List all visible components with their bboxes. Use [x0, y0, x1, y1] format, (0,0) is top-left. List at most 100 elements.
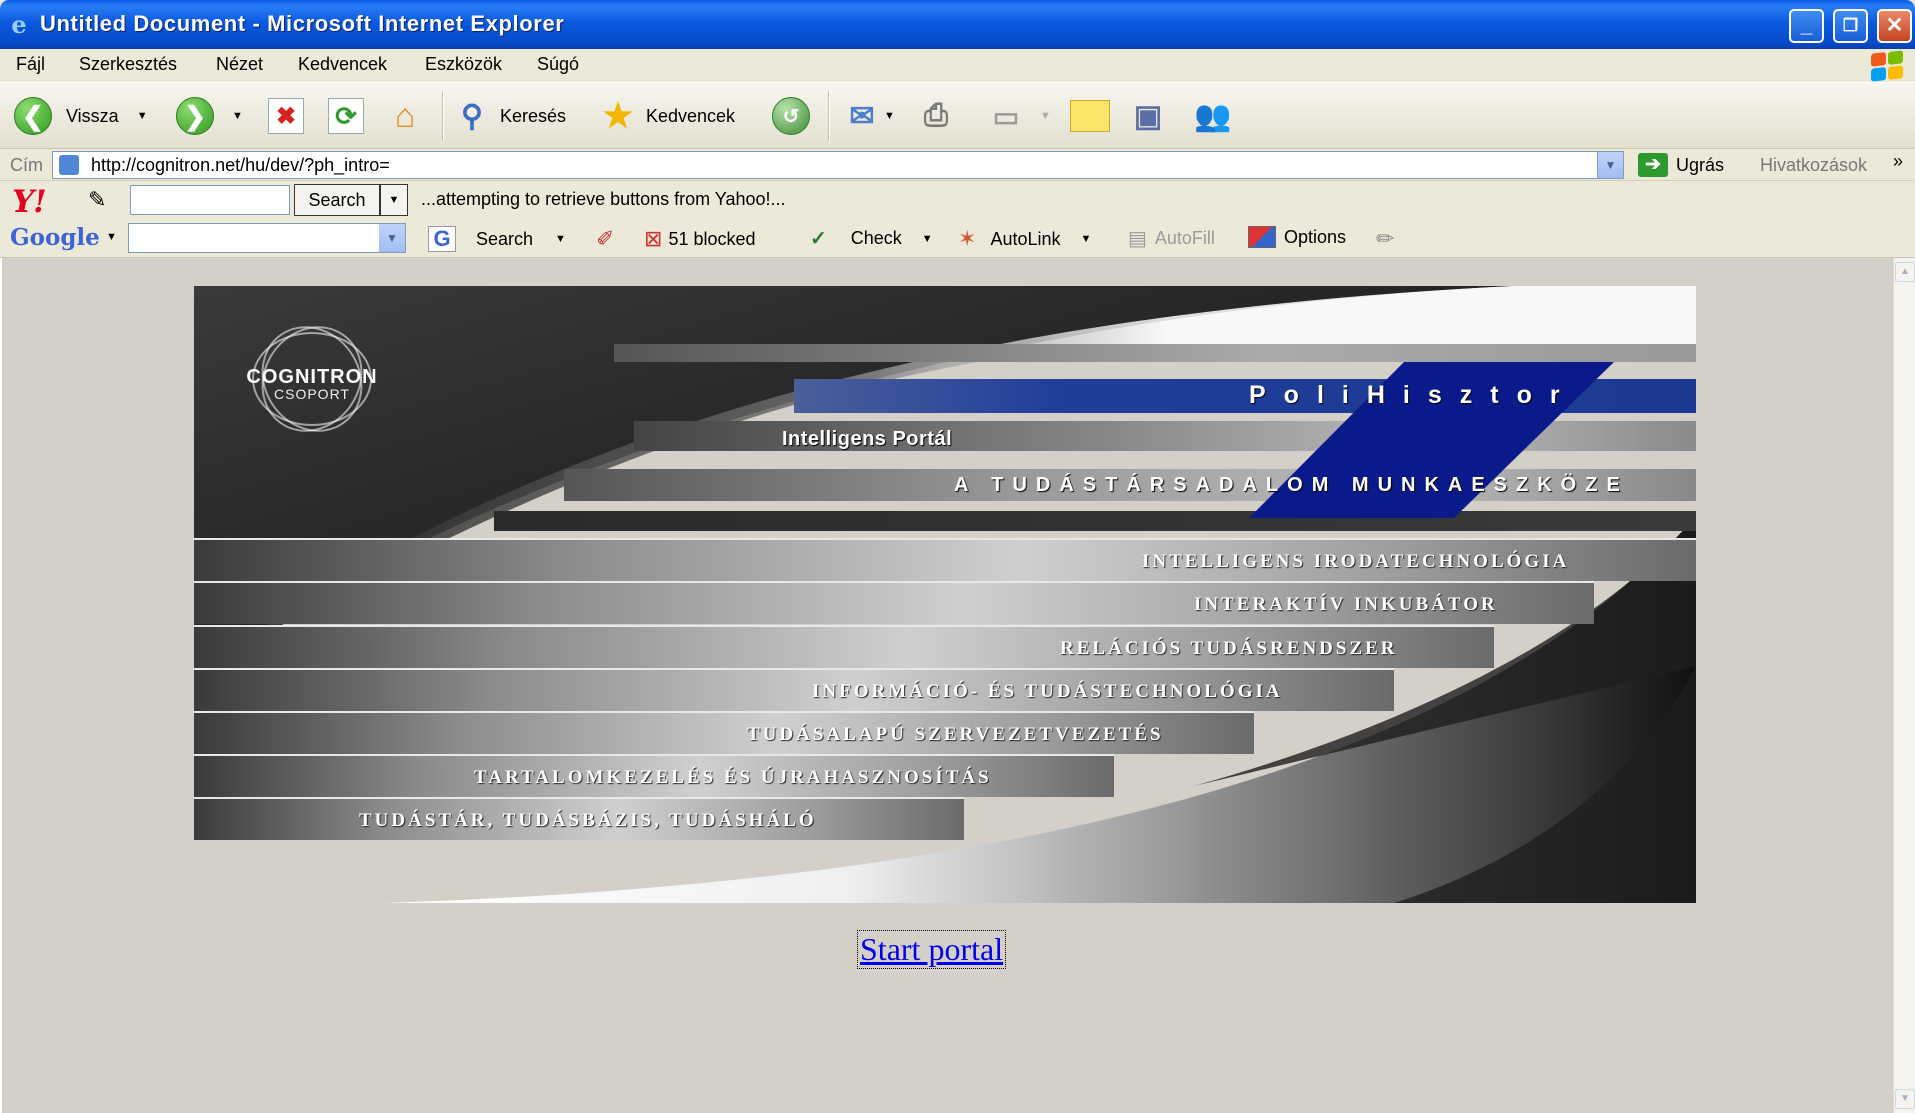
- refresh-button[interactable]: ⟳: [328, 96, 364, 136]
- mail-button[interactable]: ✉ ▼: [842, 96, 895, 136]
- popup-blocker-button[interactable]: ⊠ 51 blocked: [644, 226, 756, 252]
- banner-item-3[interactable]: RELÁCIÓS TUDÁSRENDSZER: [194, 625, 1494, 668]
- google-search-dropdown-icon[interactable]: ▼: [555, 233, 566, 245]
- history-button[interactable]: ↺: [772, 96, 810, 136]
- vertical-scrollbar[interactable]: ▲ ▼: [1893, 258, 1915, 1113]
- scroll-down-icon[interactable]: ▼: [1895, 1089, 1915, 1109]
- favorites-button[interactable]: ★ Kedvencek: [598, 96, 735, 136]
- mail-icon: ✉: [849, 99, 875, 133]
- forward-dropdown-icon[interactable]: ▼: [232, 110, 243, 122]
- print-button[interactable]: ⎙: [916, 96, 956, 136]
- spellcheck-icon: ✓: [810, 228, 827, 250]
- motto: A TUDÁSTÁRSADALOM MUNKAESZKÖZE: [954, 474, 1629, 496]
- messenger-people-icon: 👥: [1194, 99, 1232, 133]
- yahoo-search-dropdown-icon[interactable]: ▼: [380, 184, 408, 216]
- autofill-button[interactable]: ▤ AutoFill: [1128, 226, 1215, 251]
- address-input[interactable]: http://cognitron.net/hu/dev/?ph_intro= ▼: [52, 151, 1624, 179]
- banner-item-label: INTERAKTÍV INKUBÁTOR: [1194, 594, 1498, 615]
- cognitron-logo: COGNITRON CSOPORT: [232, 306, 392, 452]
- discuss-button[interactable]: [1070, 96, 1110, 136]
- home-icon: ⌂: [394, 96, 416, 135]
- ie-icon: e: [11, 10, 27, 39]
- google-search-input[interactable]: ▼: [128, 223, 406, 253]
- minimize-button[interactable]: _: [1789, 9, 1824, 43]
- banner-item-5[interactable]: TUDÁSALAPÚ SZERVEZETVEZETÉS: [194, 711, 1254, 754]
- google-logo-text: Google: [10, 224, 100, 251]
- google-menu-dropdown-icon[interactable]: ▼: [106, 231, 117, 243]
- menu-favorites[interactable]: Kedvencek: [298, 54, 387, 75]
- back-label: Vissza: [66, 105, 119, 126]
- search-label: Keresés: [500, 105, 567, 126]
- menu-bar: Fájl Szerkesztés Nézet Kedvencek Eszközö…: [0, 49, 1915, 83]
- yahoo-search-input[interactable]: [130, 185, 290, 215]
- messenger-button[interactable]: 👥: [1193, 96, 1233, 136]
- edit-dropdown-icon[interactable]: ▼: [1040, 110, 1051, 122]
- spellcheck-button[interactable]: ✓ Check ▼: [810, 226, 933, 251]
- options-button[interactable]: Options: [1248, 226, 1346, 248]
- favorites-label: Kedvencek: [646, 105, 736, 126]
- google-search-button[interactable]: G Search ▼: [428, 226, 566, 252]
- go-button[interactable]: Ugrás: [1676, 155, 1724, 176]
- menu-edit[interactable]: Szerkesztés: [79, 54, 177, 75]
- google-news-button[interactable]: ✐: [596, 226, 614, 252]
- back-arrow-icon: ❮: [14, 97, 52, 135]
- mail-dropdown-icon[interactable]: ▼: [884, 110, 895, 122]
- restore-button[interactable]: ❐: [1833, 9, 1868, 43]
- banner-item-4[interactable]: INFORMÁCIÓ- ÉS TUDÁSTECHNOLÓGIA: [194, 668, 1394, 711]
- google-search-label: Search: [476, 228, 534, 249]
- links-label[interactable]: Hivatkozások: [1760, 155, 1867, 176]
- refresh-icon: ⟳: [328, 98, 364, 134]
- search-button[interactable]: ⚲ Keresés: [452, 96, 566, 136]
- scroll-up-icon[interactable]: ▲: [1895, 262, 1915, 282]
- yahoo-logo[interactable]: Y!: [12, 184, 47, 220]
- back-dropdown-icon[interactable]: ▼: [137, 110, 148, 122]
- go-arrow-icon[interactable]: ➔: [1638, 153, 1668, 177]
- forward-button[interactable]: ❯ ▼: [176, 96, 243, 136]
- menu-tools[interactable]: Eszközök: [425, 54, 502, 75]
- highlighter-button[interactable]: ✏: [1376, 226, 1394, 252]
- banner-item-label: RELÁCIÓS TUDÁSRENDSZER: [1060, 638, 1398, 659]
- pencil-icon[interactable]: ✎: [88, 187, 106, 213]
- links-more-icon[interactable]: »: [1893, 151, 1903, 172]
- banner-item-1[interactable]: INTELLIGENS IRODATECHNOLÓGIA: [194, 538, 1696, 581]
- banner-item-6[interactable]: TARTALOMKEZELÉS ÉS ÚJRAHASZNOSÍTÁS: [194, 754, 1114, 797]
- google-logo[interactable]: Google: [10, 224, 100, 251]
- start-portal-link[interactable]: Start portal: [857, 930, 1007, 969]
- highlighter-pen-icon: ✏: [1376, 226, 1395, 251]
- research-button[interactable]: ▣: [1128, 96, 1168, 136]
- autolink-label: AutoLink: [990, 228, 1061, 249]
- banner-item-label: TUDÁSALAPÚ SZERVEZETVEZETÉS: [747, 724, 1164, 745]
- autofill-label: AutoFill: [1154, 228, 1215, 248]
- product-title: PoliHisztor: [1249, 381, 1578, 409]
- banner-item-label: INTELLIGENS IRODATECHNOLÓGIA: [1142, 551, 1570, 572]
- address-label: Cím: [10, 155, 43, 175]
- check-dropdown-icon[interactable]: ▼: [922, 233, 933, 245]
- cognitron-banner[interactable]: PoliHisztor Intelligens Portál A TUDÁSTÁ…: [194, 286, 1696, 903]
- yahoo-status: ...attempting to retrieve buttons from Y…: [421, 189, 786, 209]
- menu-view[interactable]: Nézet: [216, 54, 263, 75]
- favorites-star-icon: ★: [602, 97, 634, 135]
- address-url[interactable]: http://cognitron.net/hu/dev/?ph_intro=: [91, 155, 390, 176]
- banner-item-label: INFORMÁCIÓ- ÉS TUDÁSTECHNOLÓGIA: [812, 681, 1283, 702]
- banner-item-2[interactable]: INTERAKTÍV INKUBÁTOR: [194, 581, 1594, 624]
- google-toolbar: Google ▼ ▼ G Search ▼ ✐ ⊠ 51 blocked ✓ C…: [0, 219, 1915, 258]
- address-dropdown-icon[interactable]: ▼: [1597, 152, 1623, 178]
- google-input-dropdown-icon[interactable]: ▼: [379, 224, 405, 252]
- standard-toolbar: ❮ Vissza ▼ ❯ ▼ ✖ ⟳ ⌂ ⚲ Keresés ★ Kedvenc…: [0, 83, 1915, 149]
- menu-file[interactable]: Fájl: [16, 54, 45, 75]
- back-button[interactable]: ❮ Vissza ▼: [14, 96, 148, 136]
- check-label: Check: [850, 228, 902, 248]
- research-icon: ▣: [1133, 99, 1163, 133]
- stop-button[interactable]: ✖: [268, 96, 304, 136]
- note-icon: [1070, 100, 1110, 132]
- home-button[interactable]: ⌂: [385, 96, 425, 136]
- banner-item-7[interactable]: TUDÁSTÁR, TUDÁSBÁZIS, TUDÁSHÁLÓ: [194, 797, 964, 840]
- menu-help[interactable]: Súgó: [537, 54, 579, 75]
- search-icon: ⚲: [461, 99, 483, 133]
- autolink-button[interactable]: ✶ AutoLink ▼: [958, 226, 1091, 252]
- autolink-dropdown-icon[interactable]: ▼: [1081, 233, 1092, 245]
- yahoo-search-button[interactable]: Search: [294, 184, 380, 216]
- stop-icon: ✖: [268, 98, 304, 134]
- close-button[interactable]: ✕: [1877, 9, 1912, 43]
- edit-button[interactable]: ▭ ▼: [986, 96, 1051, 136]
